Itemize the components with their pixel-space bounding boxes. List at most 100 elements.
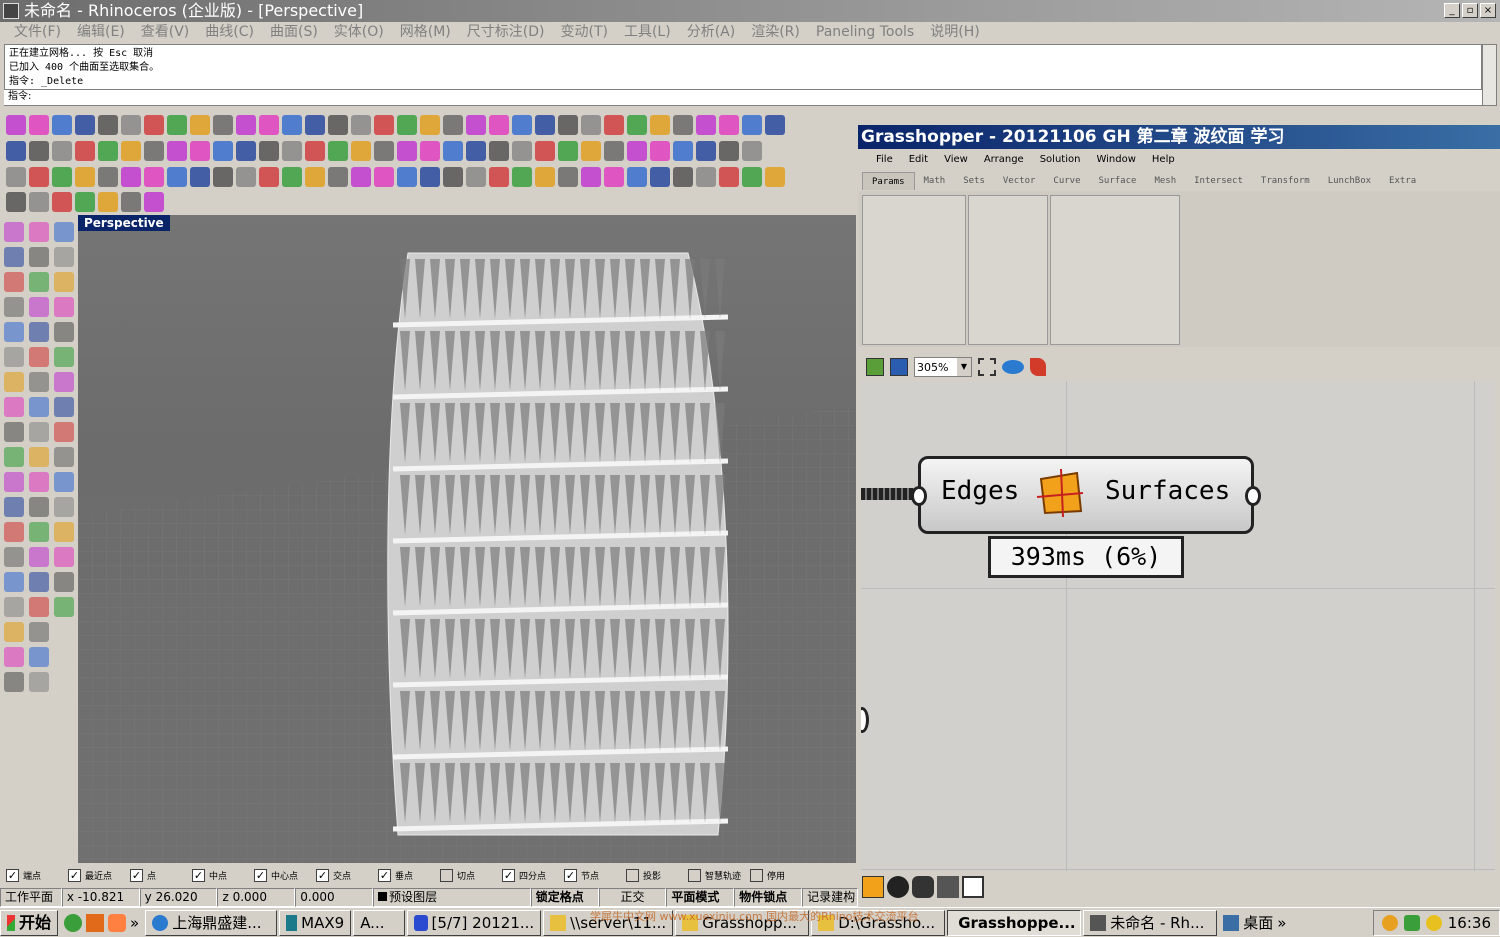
save-file-icon[interactable] xyxy=(890,358,908,376)
toolbar-icon[interactable] xyxy=(29,115,49,135)
toolbar-icon[interactable] xyxy=(673,115,693,135)
palette-tool-icon[interactable] xyxy=(4,347,24,367)
taskbar-item[interactable]: MAX9 xyxy=(279,909,352,936)
menu-view[interactable]: 查看(V) xyxy=(133,22,198,42)
menu-render[interactable]: 渲染(R) xyxy=(743,22,808,42)
palette-tool-icon[interactable] xyxy=(4,472,24,492)
palette-tool-icon[interactable] xyxy=(54,372,74,392)
palette-tool-icon[interactable] xyxy=(4,497,24,517)
viewport-label[interactable]: Perspective xyxy=(78,215,170,231)
gh-tab-surface[interactable]: Surface xyxy=(1090,172,1146,190)
status-ortho[interactable]: 正交 xyxy=(598,887,667,907)
toolbar-icon[interactable] xyxy=(397,141,417,161)
toolbar-icon[interactable] xyxy=(98,167,118,187)
palette-tool-icon[interactable] xyxy=(54,422,74,442)
toolbar-icon[interactable] xyxy=(75,167,95,187)
menu-help[interactable]: 说明(H) xyxy=(922,22,987,42)
toolbar-icon[interactable] xyxy=(466,167,486,187)
toolbar-icon[interactable] xyxy=(121,115,141,135)
toolbar-icon[interactable] xyxy=(604,141,624,161)
toolbar-icon[interactable] xyxy=(374,167,394,187)
palette-tool-icon[interactable] xyxy=(54,222,74,242)
toolbar-icon[interactable] xyxy=(374,141,394,161)
osnap-option[interactable]: 投影 xyxy=(626,868,688,882)
gh-menu-window[interactable]: Window xyxy=(1088,150,1143,170)
toolbar-icon[interactable] xyxy=(236,141,256,161)
gh-tab-math[interactable]: Math xyxy=(915,172,955,190)
osnap-option[interactable]: ✓ 最近点 xyxy=(68,868,130,882)
menu-paneling-tools[interactable]: Paneling Tools xyxy=(808,22,922,42)
toolbar-icon[interactable] xyxy=(719,167,739,187)
osnap-option[interactable]: ✓ 垂点 xyxy=(378,868,440,882)
osnap-option[interactable]: 停用 xyxy=(750,868,812,882)
grasshopper-title[interactable]: Grasshopper - 20121106 GH 第二章 波纹面 学习 xyxy=(858,125,1500,149)
palette-tool-icon[interactable] xyxy=(29,622,49,642)
palette-tool-icon[interactable] xyxy=(29,497,49,517)
osnap-checkbox[interactable]: ✓ xyxy=(378,868,391,882)
minimize-button[interactable]: _ xyxy=(1444,3,1460,18)
palette-tool-icon[interactable] xyxy=(4,522,24,542)
bake-icon[interactable] xyxy=(912,876,934,898)
start-button[interactable]: 开始 xyxy=(0,909,58,936)
gh-menu-file[interactable]: File xyxy=(868,150,901,170)
palette-tool-icon[interactable] xyxy=(29,272,49,292)
toolbar-icon[interactable] xyxy=(765,115,785,135)
toolbar-icon[interactable] xyxy=(420,167,440,187)
toolbar-icon[interactable] xyxy=(190,141,210,161)
window-title-bar[interactable]: 未命名 - Rhinoceros (企业版) - [Perspective] _… xyxy=(0,0,1500,22)
palette-tool-icon[interactable] xyxy=(4,622,24,642)
palette-tool-icon[interactable] xyxy=(4,447,24,467)
osnap-option[interactable]: ✓ 端点 xyxy=(6,868,68,882)
osnap-checkbox[interactable]: ✓ xyxy=(192,868,205,882)
toolbar-icon[interactable] xyxy=(144,192,164,212)
osnap-option[interactable]: ✓ 中点 xyxy=(192,868,254,882)
gh-logo-icon[interactable] xyxy=(862,876,884,898)
toolbar-icon[interactable] xyxy=(765,167,785,187)
gh-canvas[interactable]: Edges Surfaces 393ms (6%) xyxy=(861,381,1495,871)
input-grip[interactable] xyxy=(911,486,927,506)
palette-tool-icon[interactable] xyxy=(29,247,49,267)
zoom-extents-icon[interactable] xyxy=(978,358,996,376)
toolbar-icon[interactable] xyxy=(351,167,371,187)
gh-tab-vector[interactable]: Vector xyxy=(994,172,1045,190)
status-layer[interactable]: 预设图层 xyxy=(373,887,531,907)
taskbar-item[interactable]: A... xyxy=(353,909,406,936)
status-osnap[interactable]: 物件锁点 xyxy=(734,887,803,907)
toolbar-icon[interactable] xyxy=(673,141,693,161)
toolbar-icon[interactable] xyxy=(259,115,279,135)
gh-tab-extra[interactable]: Extra xyxy=(1380,172,1425,190)
toolbar-icon[interactable] xyxy=(282,115,302,135)
osnap-option[interactable]: ✓ 点 xyxy=(130,868,192,882)
toolbar-icon[interactable] xyxy=(305,167,325,187)
gh-menu-view[interactable]: View xyxy=(936,150,976,170)
toolbar-icon[interactable] xyxy=(121,141,141,161)
toolbar-icon[interactable] xyxy=(604,115,624,135)
palette-tool-icon[interactable] xyxy=(29,322,49,342)
gh-tab-intersect[interactable]: Intersect xyxy=(1185,172,1252,190)
osnap-option[interactable]: 切点 xyxy=(440,868,502,882)
palette-tool-icon[interactable] xyxy=(29,572,49,592)
toolbar-icon[interactable] xyxy=(443,167,463,187)
toolbar-icon[interactable] xyxy=(489,167,509,187)
toolbar-icon[interactable] xyxy=(328,167,348,187)
sketch-pen-icon[interactable] xyxy=(1030,358,1046,376)
toolbar-icon[interactable] xyxy=(719,115,739,135)
toolbar-icon[interactable] xyxy=(443,115,463,135)
maximize-button[interactable]: ▫ xyxy=(1462,3,1478,18)
toolbar-icon[interactable] xyxy=(305,141,325,161)
osnap-option[interactable]: ✓ 节点 xyxy=(564,868,626,882)
toolbar-icon[interactable] xyxy=(6,115,26,135)
toolbar-icon[interactable] xyxy=(52,167,72,187)
palette-tool-icon[interactable] xyxy=(4,222,24,242)
osnap-option[interactable]: ✓ 交点 xyxy=(316,868,378,882)
palette-tool-icon[interactable] xyxy=(54,247,74,267)
taskbar-item[interactable]: 未命名 - Rh... xyxy=(1083,909,1218,936)
menu-tools[interactable]: 工具(L) xyxy=(616,22,679,42)
toolbar-icon[interactable] xyxy=(167,115,187,135)
gh-tab-params[interactable]: Params xyxy=(862,172,915,190)
toolbar-icon[interactable] xyxy=(259,141,279,161)
menu-surface[interactable]: 曲面(S) xyxy=(262,22,326,42)
toolbar-icon[interactable] xyxy=(742,167,762,187)
gh-menu-help[interactable]: Help xyxy=(1144,150,1183,170)
toolbar-icon[interactable] xyxy=(397,115,417,135)
